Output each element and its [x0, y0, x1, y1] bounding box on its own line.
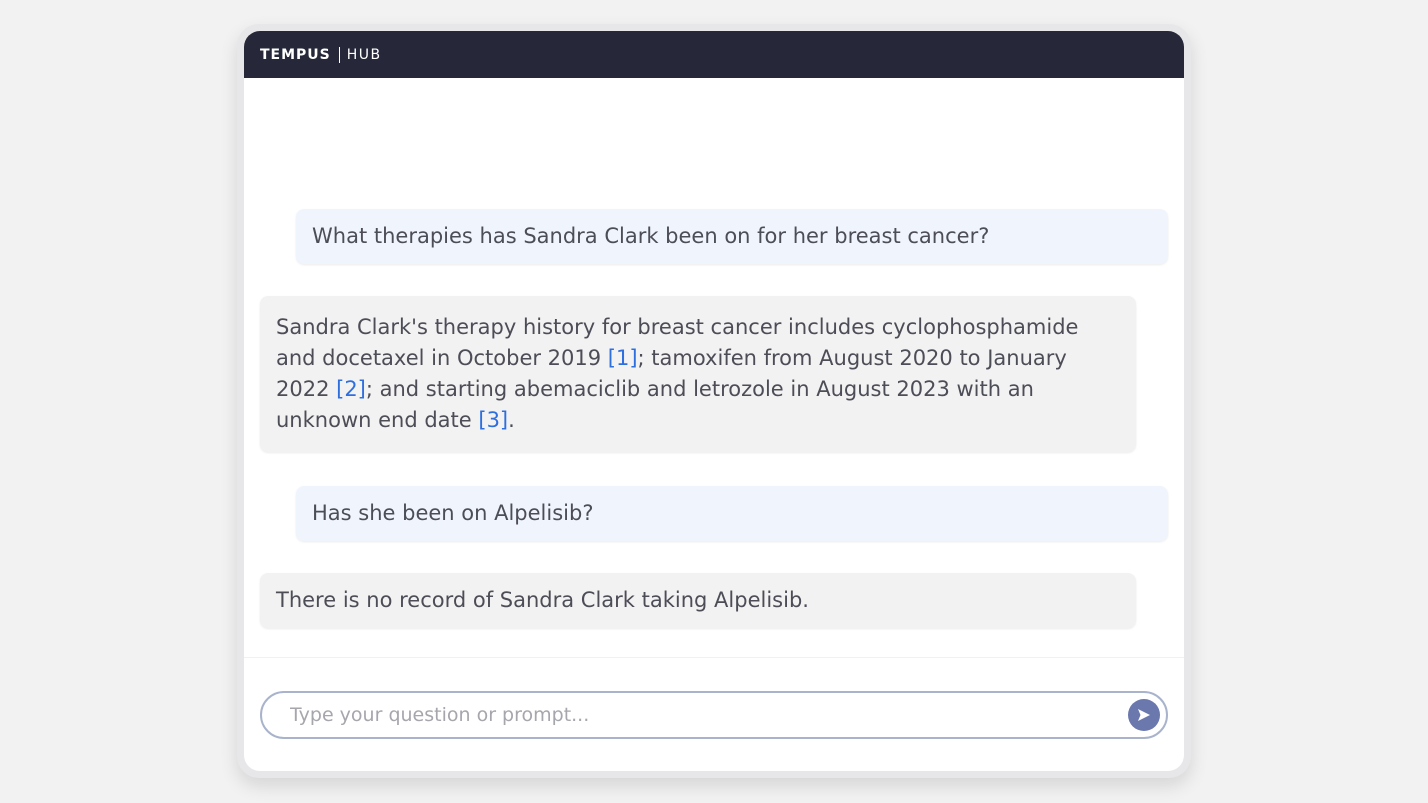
send-arrow-icon: [1138, 709, 1150, 721]
message-text: There is no record of Sandra Clark takin…: [276, 588, 809, 612]
assistant-message: Sandra Clark's therapy history for breas…: [260, 296, 1136, 452]
prompt-composer: [260, 691, 1168, 739]
brand-logo: TEMPUS HUB: [260, 46, 382, 63]
header-bar: TEMPUS HUB: [244, 31, 1184, 78]
citation-link[interactable]: [3]: [478, 408, 508, 432]
brand-divider: [338, 46, 340, 63]
product-name: HUB: [346, 46, 382, 63]
chat-window: TEMPUS HUB What therapies has Sandra Cla…: [244, 31, 1184, 771]
prompt-input[interactable]: [288, 703, 1128, 727]
user-message: Has she been on Alpelisib?: [296, 486, 1168, 541]
citation-link[interactable]: [1]: [608, 346, 638, 370]
message-text: ; and starting abemaciclib and letrozole…: [276, 377, 1034, 432]
user-message: What therapies has Sandra Clark been on …: [296, 209, 1168, 264]
message-text: What therapies has Sandra Clark been on …: [312, 224, 990, 248]
brand-name: TEMPUS: [260, 46, 331, 63]
assistant-message: There is no record of Sandra Clark takin…: [260, 573, 1136, 628]
message-text: Has she been on Alpelisib?: [312, 501, 594, 525]
send-button[interactable]: [1128, 699, 1160, 731]
message-text: .: [508, 408, 515, 432]
composer-divider: [244, 657, 1184, 658]
citation-link[interactable]: [2]: [336, 377, 366, 401]
